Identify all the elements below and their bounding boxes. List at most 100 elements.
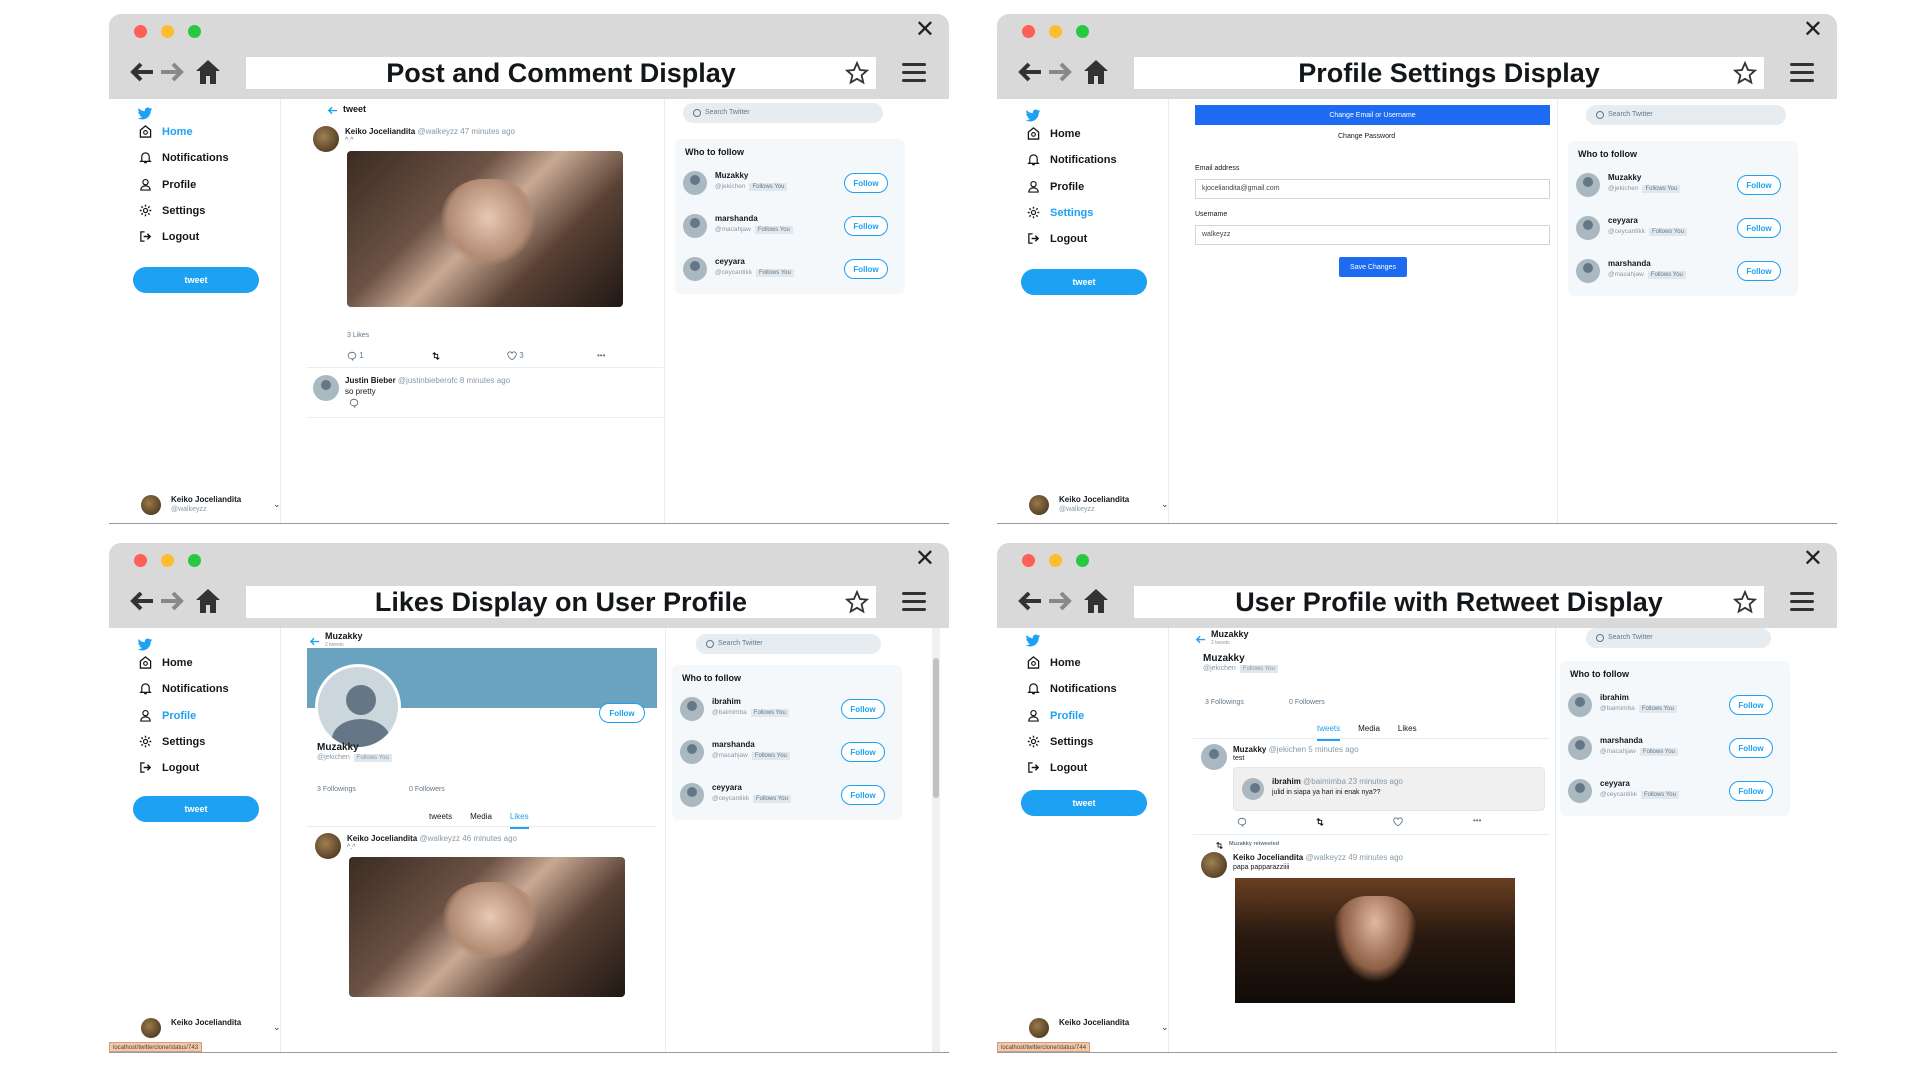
maximize-dot[interactable] [1076, 554, 1089, 567]
follow-button[interactable]: Follow [599, 703, 645, 723]
avatar[interactable] [1201, 744, 1227, 770]
nav-settings[interactable]: Settings [139, 204, 205, 217]
post-image[interactable] [349, 857, 625, 997]
followers-count[interactable]: 0 Followers [1289, 699, 1325, 706]
nav-logout[interactable]: Logout [1027, 761, 1087, 774]
tweet-button[interactable]: tweet [1021, 790, 1147, 816]
close-dot[interactable] [1022, 25, 1035, 38]
avatar[interactable] [680, 697, 704, 721]
quoted-author[interactable]: ibrahim [1272, 777, 1301, 786]
hamburger-menu-icon[interactable] [1790, 63, 1814, 83]
address-bar-title[interactable]: Post and Comment Display [246, 57, 876, 89]
suggestion-name[interactable]: marshanda [712, 740, 755, 749]
close-icon[interactable]: ✕ [1803, 17, 1823, 43]
nav-home[interactable]: Home [1027, 656, 1081, 669]
post-author[interactable]: Keiko Joceliandita [345, 127, 415, 136]
forward-arrow-icon[interactable] [157, 586, 187, 616]
twitter-bird-icon[interactable] [1025, 634, 1041, 648]
avatar[interactable] [1201, 852, 1227, 878]
minimize-dot[interactable] [161, 554, 174, 567]
follow-button[interactable]: Follow [1729, 695, 1773, 715]
nav-settings[interactable]: Settings [1027, 206, 1093, 219]
nav-profile[interactable]: Profile [139, 709, 196, 722]
avatar[interactable] [313, 126, 339, 152]
email-field[interactable]: kjoceliandita@gmail.com [1195, 179, 1550, 199]
nav-profile[interactable]: Profile [1027, 180, 1084, 193]
suggestion-name[interactable]: marshanda [1608, 259, 1651, 268]
account-switcher[interactable]: Keiko Joceliandita @walkeyzz ⌄ [141, 493, 291, 519]
home-icon[interactable] [1081, 57, 1111, 87]
follow-button[interactable]: Follow [844, 259, 888, 279]
search-input[interactable]: Search Twitter [696, 634, 881, 654]
forward-arrow-icon[interactable] [1045, 586, 1075, 616]
close-dot[interactable] [1022, 554, 1035, 567]
close-dot[interactable] [134, 554, 147, 567]
home-icon[interactable] [193, 586, 223, 616]
back-arrow-icon[interactable] [127, 586, 157, 616]
nav-logout[interactable]: Logout [1027, 232, 1087, 245]
avatar[interactable] [1576, 216, 1600, 240]
account-switcher[interactable]: Keiko Joceliandita ⌄ [141, 1016, 291, 1042]
back-arrow-icon[interactable] [309, 636, 320, 647]
tweet-author[interactable]: Keiko Joceliandita [1233, 853, 1303, 862]
tweet-button[interactable]: tweet [133, 796, 259, 822]
retweet-action[interactable] [431, 351, 441, 361]
search-input[interactable]: Search Twitter [683, 103, 883, 123]
nav-home[interactable]: Home [139, 125, 193, 138]
save-changes-button[interactable]: Save Changes [1339, 257, 1407, 277]
minimize-dot[interactable] [1049, 25, 1062, 38]
account-switcher[interactable]: Keiko Joceliandita @walkeyzz ⌄ [1029, 493, 1179, 519]
reply-action[interactable]: 1 [347, 351, 364, 361]
follow-button[interactable]: Follow [844, 173, 888, 193]
avatar[interactable] [683, 214, 707, 238]
nav-settings[interactable]: Settings [1027, 735, 1093, 748]
search-input[interactable]: Search Twitter [1586, 628, 1771, 648]
follow-button[interactable]: Follow [841, 699, 885, 719]
suggestion-name[interactable]: marshanda [715, 214, 758, 223]
follow-button[interactable]: Follow [841, 742, 885, 762]
suggestion-name[interactable]: ceyyara [1600, 779, 1630, 788]
suggestion-name[interactable]: ibrahim [1600, 693, 1629, 702]
scrollbar-thumb[interactable] [933, 658, 939, 798]
more-icon[interactable]: ••• [1473, 816, 1481, 825]
nav-settings[interactable]: Settings [139, 735, 205, 748]
retweet-icon[interactable] [1315, 817, 1325, 827]
quoted-tweet[interactable]: ibrahim @baimimba 23 minutes ago julid i… [1233, 767, 1545, 811]
avatar[interactable] [1568, 693, 1592, 717]
nav-profile[interactable]: Profile [139, 178, 196, 191]
change-email-tab[interactable]: Change Email or Username [1195, 105, 1550, 125]
follow-button[interactable]: Follow [1737, 218, 1781, 238]
post-image[interactable] [347, 151, 623, 307]
nav-logout[interactable]: Logout [139, 230, 199, 243]
avatar[interactable] [313, 375, 339, 401]
nav-notifications[interactable]: Notifications [1027, 682, 1117, 695]
profile-avatar[interactable] [315, 664, 401, 750]
back-arrow-icon[interactable] [327, 105, 338, 116]
nav-notifications[interactable]: Notifications [139, 151, 229, 164]
twitter-bird-icon[interactable] [1025, 109, 1041, 123]
suggestion-name[interactable]: ceyyara [712, 783, 742, 792]
back-arrow-icon[interactable] [1015, 57, 1045, 87]
address-bar-title[interactable]: Likes Display on User Profile [246, 586, 876, 618]
follow-button[interactable]: Follow [1737, 261, 1781, 281]
follow-button[interactable]: Follow [1729, 781, 1773, 801]
post-author[interactable]: Keiko Joceliandita [347, 834, 417, 843]
more-icon[interactable]: ••• [597, 351, 605, 360]
back-arrow-icon[interactable] [1015, 586, 1045, 616]
heart-icon[interactable] [1393, 817, 1403, 827]
suggestion-name[interactable]: Muzakky [715, 171, 748, 180]
bookmark-star-icon[interactable] [1733, 61, 1757, 85]
hamburger-menu-icon[interactable] [1790, 592, 1814, 612]
suggestion-name[interactable]: ceyyara [715, 257, 745, 266]
twitter-bird-icon[interactable] [137, 638, 153, 652]
forward-arrow-icon[interactable] [1045, 57, 1075, 87]
bookmark-star-icon[interactable] [845, 590, 869, 614]
scrollbar[interactable] [932, 628, 940, 1052]
avatar[interactable] [680, 740, 704, 764]
bookmark-star-icon[interactable] [845, 61, 869, 85]
follow-button[interactable]: Follow [841, 785, 885, 805]
nav-profile[interactable]: Profile [1027, 709, 1084, 722]
close-dot[interactable] [134, 25, 147, 38]
bookmark-star-icon[interactable] [1733, 590, 1757, 614]
tweet-button[interactable]: tweet [133, 267, 259, 293]
